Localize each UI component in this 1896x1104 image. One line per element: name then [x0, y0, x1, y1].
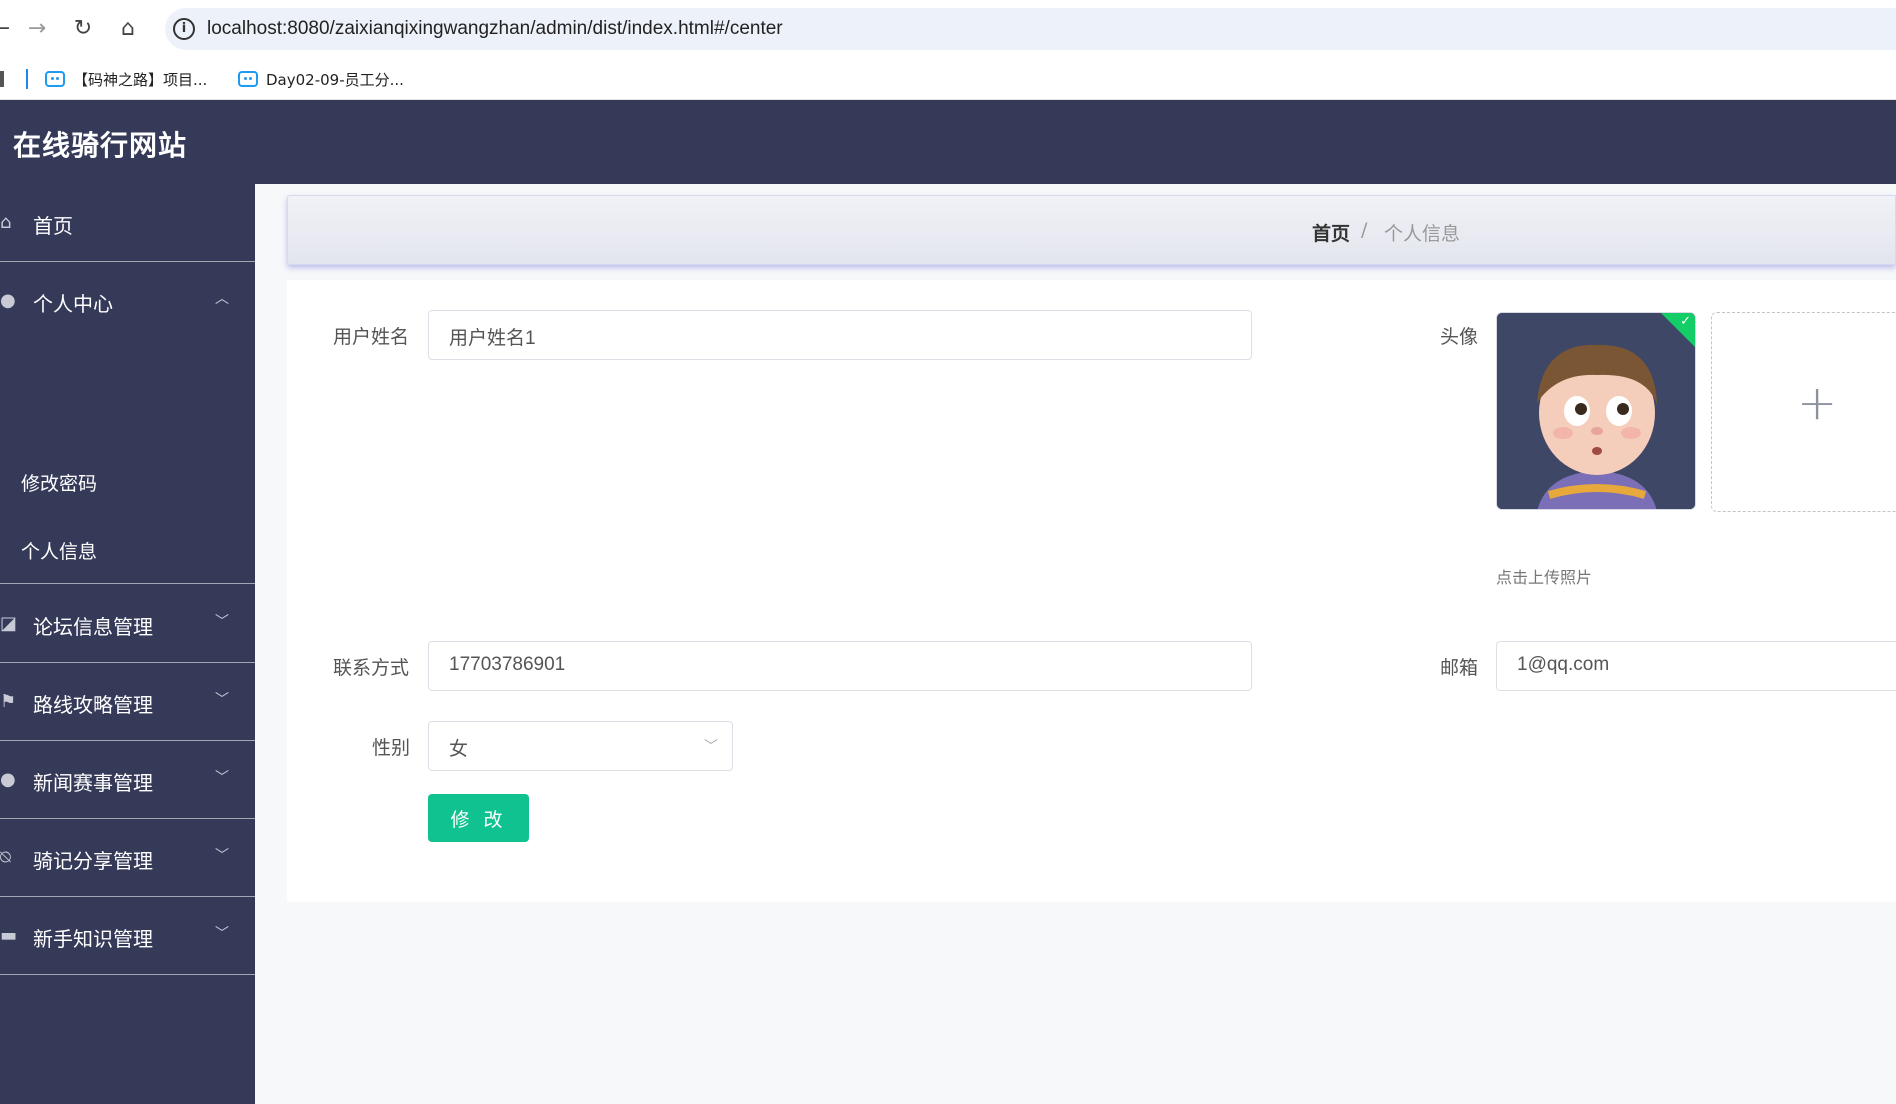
- bilibili-icon: [45, 71, 65, 87]
- sidebar-item-beginner[interactable]: ▬ 新手知识管理 ﹀: [0, 897, 255, 975]
- username-value: 用户姓名1: [449, 328, 536, 349]
- sidebar-item-ride-share[interactable]: ⍉ 骑记分享管理 ﹀: [0, 819, 255, 897]
- breadcrumb-separator: /: [1361, 219, 1368, 241]
- bookmark-separator: [26, 69, 28, 89]
- chevron-down-icon: ﹀: [215, 770, 229, 786]
- avatar-label: 头像: [1440, 326, 1479, 348]
- user-icon: ●: [0, 290, 16, 311]
- home-icon[interactable]: ⌂: [113, 14, 143, 44]
- sidebar-item-change-password[interactable]: 修改密码: [0, 447, 255, 515]
- chart-icon: ◪: [0, 613, 18, 634]
- sidebar-item-label: 个人中心: [33, 292, 113, 316]
- sidebar: ⌂ 首页 ● 个人中心 ︿ 修改密码 个人信息 ◪ 论坛信息管理 ﹀ ⚑ 路线攻…: [0, 184, 255, 1104]
- sidebar-item-routes[interactable]: ⚑ 路线攻略管理 ﹀: [0, 663, 255, 741]
- phone-input[interactable]: 17703786901: [428, 641, 1252, 691]
- submit-button[interactable]: 修 改: [428, 794, 529, 842]
- bookmark-label: 【码神之路】项目...: [73, 70, 208, 89]
- home-icon: ⌂: [0, 212, 12, 233]
- monitor-icon: ▬: [0, 925, 18, 946]
- reload-icon[interactable]: ↻: [68, 14, 98, 44]
- chevron-down-icon: ﹀: [215, 692, 229, 708]
- plus-icon: +: [1797, 375, 1838, 431]
- sidebar-item-personal-center[interactable]: ● 个人中心 ︿: [0, 262, 255, 340]
- sidebar-item-personal-info[interactable]: 个人信息: [0, 515, 255, 583]
- avatar-upload-button[interactable]: +: [1711, 312, 1896, 512]
- upload-tip: 点击上传照片: [1496, 568, 1593, 587]
- site-info-icon[interactable]: i: [173, 18, 195, 40]
- gender-select[interactable]: 女 ﹀: [428, 721, 733, 771]
- phone-value: 17703786901: [449, 654, 566, 675]
- address-bar[interactable]: i localhost:8080/zaixianqixingwangzhan/a…: [165, 8, 1896, 50]
- forward-icon[interactable]: →: [22, 14, 52, 44]
- avatar[interactable]: ✓: [1496, 312, 1696, 510]
- apps-icon[interactable]: [0, 71, 8, 87]
- bookmarks-bar: 【码神之路】项目... Day02-09-员工分...: [0, 58, 1896, 100]
- sidebar-item-label: 个人信息: [21, 541, 98, 563]
- sidebar-item-label: 新手知识管理: [33, 927, 153, 951]
- app-title: 在线骑行网站: [13, 129, 188, 162]
- back-icon[interactable]: ←: [0, 14, 16, 44]
- chevron-down-icon: ﹀: [215, 926, 229, 942]
- sidebar-item-label: 路线攻略管理: [33, 693, 153, 717]
- chevron-up-icon: ︿: [215, 291, 229, 307]
- browser-toolbar: ← → ↻ ⌂ i localhost:8080/zaixianqixingwa…: [0, 0, 1896, 58]
- personal-info-form: 用户姓名 用户姓名1 头像 ✓ + 点击上传照片 联系方式 1770378690…: [287, 280, 1896, 902]
- breadcrumb-home[interactable]: 首页: [1312, 219, 1350, 246]
- username-label: 用户姓名: [333, 326, 410, 348]
- sidebar-item-forum[interactable]: ◪ 论坛信息管理 ﹀: [0, 585, 255, 663]
- sidebar-item-label: 论坛信息管理: [33, 615, 153, 639]
- chevron-down-icon: ﹀: [704, 739, 718, 755]
- email-label: 邮箱: [1440, 657, 1479, 679]
- chevron-down-icon: ﹀: [215, 848, 229, 864]
- bilibili-icon: [238, 71, 258, 87]
- sidebar-item-label: 首页: [33, 214, 73, 238]
- flag-icon: ⚑: [0, 691, 17, 712]
- chevron-down-icon: ﹀: [215, 614, 229, 630]
- sidebar-item-label: 新闻赛事管理: [33, 771, 153, 795]
- bell-off-icon: ⍉: [0, 847, 11, 868]
- email-value: 1@qq.com: [1517, 654, 1610, 675]
- phone-label: 联系方式: [333, 657, 410, 679]
- check-icon: ✓: [1680, 314, 1691, 329]
- submenu-personal-center: 修改密码 个人信息: [0, 447, 255, 584]
- bookmark-item[interactable]: 【码神之路】项目...: [45, 68, 207, 90]
- user-icon: ●: [0, 769, 16, 790]
- sidebar-item-label: 修改密码: [21, 473, 98, 495]
- bookmark-label: Day02-09-员工分...: [266, 70, 404, 89]
- app-header: 在线骑行网站: [0, 100, 1896, 184]
- bookmark-item[interactable]: Day02-09-员工分...: [238, 68, 404, 90]
- gender-label: 性别: [372, 737, 411, 759]
- username-input[interactable]: 用户姓名1: [428, 310, 1252, 360]
- email-input[interactable]: 1@qq.com: [1496, 641, 1896, 691]
- breadcrumb-current: 个人信息: [1384, 223, 1461, 245]
- sidebar-item-label: 骑记分享管理: [33, 849, 153, 873]
- breadcrumb: 首页 / 个人信息: [287, 195, 1896, 265]
- url-text: localhost:8080/zaixianqixingwangzhan/adm…: [207, 18, 783, 39]
- sidebar-item-home[interactable]: ⌂ 首页: [0, 184, 255, 262]
- gender-value: 女: [449, 739, 469, 760]
- sidebar-item-news[interactable]: ● 新闻赛事管理 ﹀: [0, 741, 255, 819]
